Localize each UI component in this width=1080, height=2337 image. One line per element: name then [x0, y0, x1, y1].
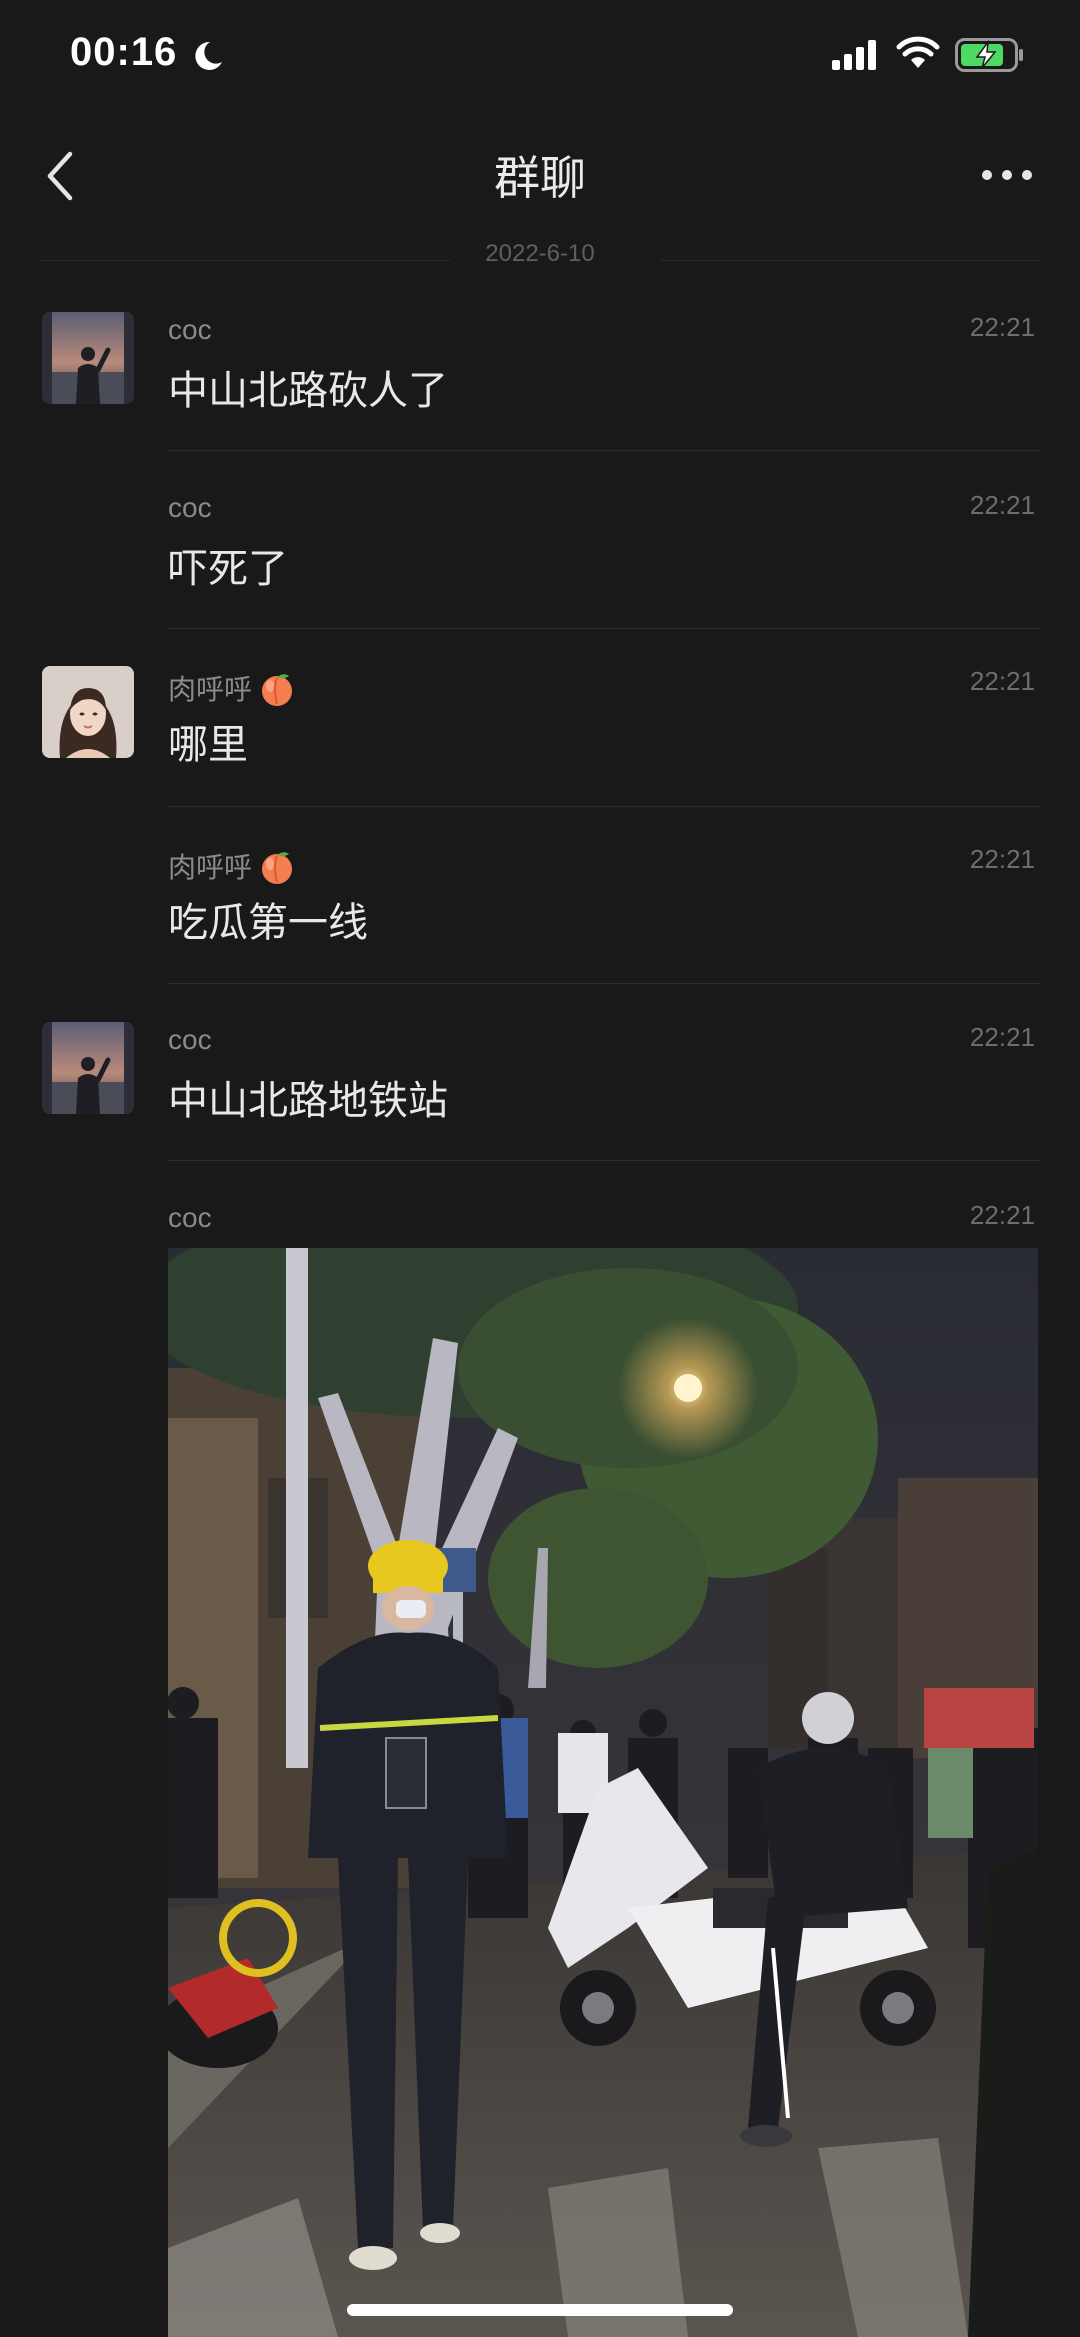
- sender-name-text: 肉呼呼: [168, 852, 253, 883]
- sender-avatar[interactable]: [42, 312, 134, 404]
- nav-bar: 群聊: [0, 120, 1080, 230]
- message-time: 22:21: [969, 312, 1035, 342]
- message-item[interactable]: coc 22:21 中山北路地铁站: [0, 1022, 1080, 1152]
- sender-name: coc: [168, 314, 212, 345]
- sender-name: coc: [168, 1024, 212, 1055]
- message-time: 22:21: [969, 844, 1035, 874]
- message-item[interactable]: 肉呼呼 22:21 吃瓜第一线: [0, 844, 1080, 964]
- sender-avatar[interactable]: [42, 666, 134, 758]
- status-bar: 00:16: [0, 0, 1080, 120]
- battery-icon: [955, 38, 1023, 72]
- sender-avatar[interactable]: [42, 1022, 134, 1114]
- status-time: 00:16: [70, 30, 178, 74]
- sender-name-text: 肉呼呼: [168, 674, 253, 705]
- sender-name: 肉呼呼: [168, 846, 296, 886]
- divider-line: [660, 260, 1040, 261]
- page-title: 群聊: [494, 151, 586, 205]
- message-time: 22:21: [969, 490, 1035, 520]
- peach-icon: [262, 673, 293, 706]
- message-text: 哪里: [168, 722, 248, 768]
- sender-name: coc: [168, 492, 212, 523]
- message-separator: [168, 806, 1040, 807]
- message-time: 22:21: [969, 666, 1035, 696]
- message-separator: [168, 1160, 1040, 1161]
- wifi-icon: [896, 36, 940, 68]
- message-time: 22:21: [969, 1200, 1035, 1230]
- message-text: 吃瓜第一线: [168, 900, 368, 946]
- message-separator: [168, 450, 1040, 451]
- message-item[interactable]: coc 22:21 中山北路砍人了: [0, 312, 1080, 452]
- message-text: 吓死了: [168, 546, 288, 592]
- more-icon[interactable]: [980, 165, 1034, 185]
- message-separator: [168, 983, 1040, 984]
- message-item[interactable]: coc 22:21: [0, 1200, 1080, 1240]
- date-label: 2022-6-10: [485, 240, 595, 267]
- message-image[interactable]: [168, 1248, 1038, 2337]
- message-item[interactable]: coc 22:21 吓死了: [0, 490, 1080, 610]
- message-text: 中山北路地铁站: [168, 1078, 448, 1124]
- moon-icon: [195, 41, 222, 70]
- signal-icon: [832, 40, 876, 70]
- message-separator: [168, 628, 1040, 629]
- message-time: 22:21: [969, 1022, 1035, 1052]
- date-divider: 2022-6-10: [40, 240, 1040, 280]
- sender-name: 肉呼呼: [168, 668, 296, 708]
- message-item[interactable]: 肉呼呼 22:21 哪里: [0, 666, 1080, 796]
- peach-icon: [262, 851, 293, 884]
- message-text: 中山北路砍人了: [168, 368, 448, 414]
- sender-name: coc: [168, 1202, 212, 1233]
- home-indicator[interactable]: [347, 2304, 733, 2316]
